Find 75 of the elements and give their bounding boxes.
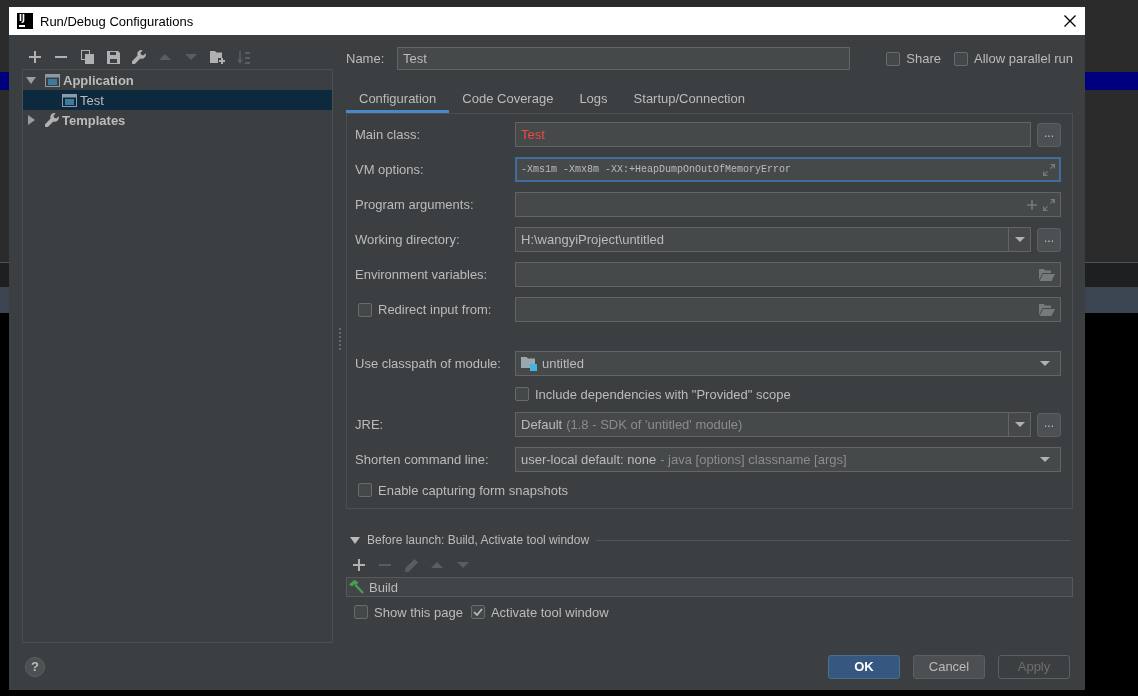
plus-icon[interactable] (353, 559, 365, 571)
hammer-icon (349, 580, 364, 594)
help-button[interactable]: ? (25, 656, 45, 677)
input-field[interactable] (515, 297, 1061, 322)
checkbox-label[interactable]: Redirect input from: (378, 302, 492, 317)
field-label: JRE: (355, 417, 384, 432)
folder-icon (521, 356, 537, 371)
checkbox[interactable] (354, 605, 368, 619)
caret-icon (350, 536, 360, 544)
checkbox[interactable] (470, 605, 485, 619)
app-logo: IJ (17, 13, 33, 29)
input-field[interactable] (515, 192, 1061, 217)
folder-open-icon[interactable] (1039, 268, 1055, 281)
caret-icon[interactable] (1040, 361, 1050, 366)
tab[interactable]: Configuration (346, 84, 450, 113)
section-toggle[interactable]: Before launch: Build, Activate tool window (350, 533, 590, 547)
field-label: Working directory: (355, 232, 460, 247)
folder-open-icon[interactable] (1039, 303, 1055, 316)
caret-icon (1014, 237, 1025, 242)
input-field[interactable]: Test (397, 47, 851, 70)
combo-box[interactable]: Default (1.8 - SDK of 'untitled' module) (515, 412, 1031, 437)
folder-plus-icon[interactable] (209, 50, 225, 64)
combo-box[interactable]: H:\wangyiProject\untitled (515, 227, 1031, 252)
tab[interactable]: Code Coverage (449, 84, 567, 113)
expand-icon[interactable] (1043, 198, 1055, 211)
plus-icon[interactable] (29, 51, 41, 63)
wrench-icon[interactable] (132, 50, 146, 64)
checkbox-label[interactable]: Allow parallel run (974, 51, 1073, 66)
wrench-icon (45, 113, 59, 127)
tab[interactable]: Startup/Connection (620, 84, 758, 113)
window-title: Run/Debug Configurations (40, 13, 194, 29)
window-icon (62, 93, 77, 107)
field-label: Main class: (355, 127, 421, 142)
expand-icon[interactable] (1043, 163, 1055, 176)
tree-item[interactable]: Templates (23, 110, 332, 130)
dialog-button[interactable]: Cancel (913, 654, 985, 679)
plus-icon[interactable] (1027, 199, 1037, 210)
field-label: Program arguments: (355, 197, 474, 212)
tree-item[interactable]: Test (23, 90, 332, 110)
field-label: Environment variables: (355, 267, 488, 282)
browse-button[interactable]: ... (1037, 227, 1061, 252)
caret-icon[interactable] (1040, 457, 1050, 462)
checkbox[interactable] (954, 51, 968, 66)
checkbox[interactable] (358, 302, 372, 317)
close-icon[interactable] (1064, 15, 1076, 27)
copy-icon[interactable] (80, 50, 94, 64)
caret-icon[interactable] (27, 115, 35, 125)
combo-box[interactable]: untitled (515, 351, 1061, 376)
checkbox-label[interactable]: Activate tool window (490, 604, 609, 620)
checkbox-label[interactable]: Show this page (374, 604, 463, 620)
window-icon (45, 73, 60, 87)
field-label: VM options: (355, 162, 424, 177)
tab[interactable]: Logs (566, 84, 621, 113)
field-label: Name: (346, 51, 386, 66)
checkbox[interactable] (358, 483, 372, 497)
field-label: Use classpath of module: (355, 356, 501, 371)
caret-icon (1014, 422, 1025, 427)
checkbox[interactable] (886, 51, 901, 66)
task-item[interactable]: Build (347, 578, 1072, 596)
checkbox[interactable] (515, 387, 529, 401)
tree-item[interactable]: Application (23, 70, 332, 90)
field-label: Shorten command line: (355, 452, 489, 467)
checkbox-label[interactable]: Enable capturing form snapshots (378, 482, 569, 498)
caret-icon[interactable] (26, 76, 36, 84)
input-field[interactable]: -Xms1m -Xmx8m -XX:+HeapDumpOnOutOfMemoryError (515, 157, 1061, 182)
combo-box[interactable]: user-local default: none - java [options] classname [args] (515, 447, 1061, 472)
browse-button[interactable]: ... (1037, 412, 1061, 437)
checkbox-label[interactable]: Include dependencies with "Provided" scope (535, 386, 791, 402)
save-icon[interactable] (106, 50, 120, 64)
input-field[interactable] (515, 262, 1061, 287)
browse-button[interactable]: ... (1037, 122, 1061, 147)
dialog-button[interactable]: OK (828, 654, 900, 679)
checkmark-icon (472, 608, 483, 616)
checkbox-label[interactable]: Share (906, 51, 941, 66)
splitter-handle[interactable] (338, 328, 341, 350)
